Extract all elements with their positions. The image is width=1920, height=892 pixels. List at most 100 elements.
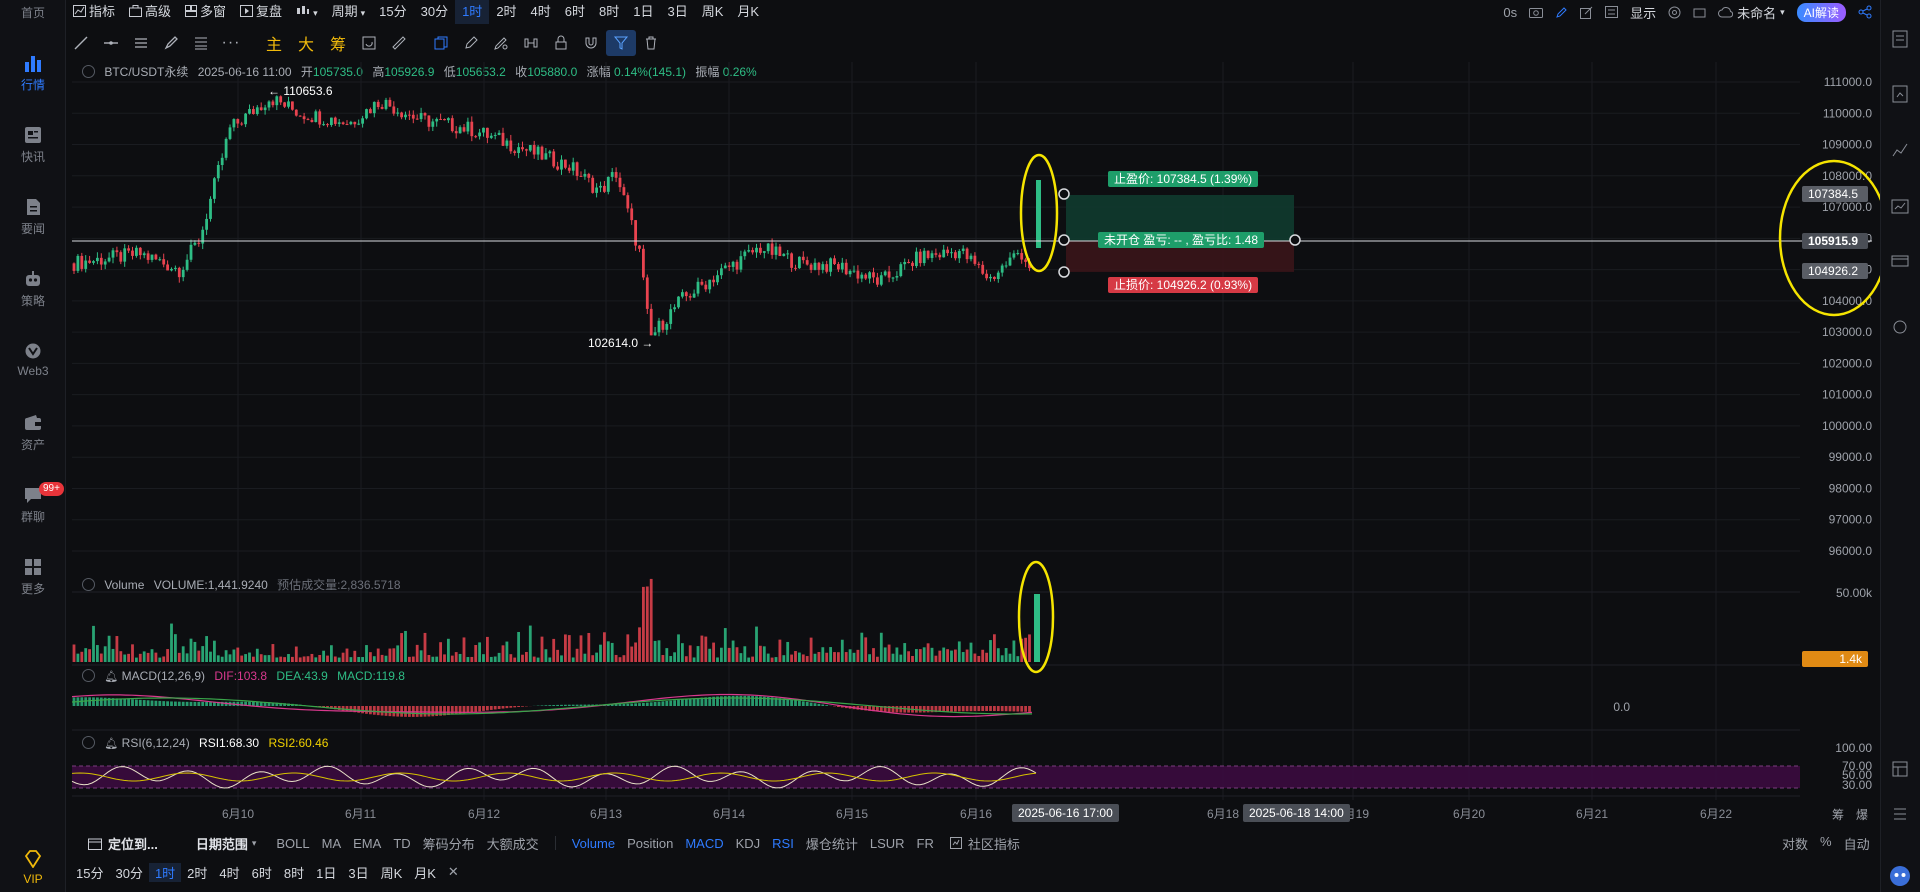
collapse-icon[interactable] bbox=[82, 736, 95, 749]
volume-bar bbox=[99, 653, 103, 662]
locate-button[interactable]: 定位到... bbox=[106, 834, 170, 853]
indicator-ma[interactable]: MA bbox=[316, 836, 348, 851]
macd-bar bbox=[996, 706, 1000, 712]
bottom-period-30m[interactable]: 30分 bbox=[109, 863, 148, 882]
volume-bar bbox=[84, 648, 88, 662]
volume-bar bbox=[458, 653, 462, 662]
macd-bar bbox=[170, 701, 173, 706]
community-indicators[interactable]: 社区指标 bbox=[962, 834, 1026, 853]
indicator-td[interactable]: TD bbox=[387, 836, 416, 851]
candle-body bbox=[575, 162, 579, 176]
price-axis-label: 98000.0 bbox=[1829, 481, 1873, 495]
chart-panel-icon[interactable] bbox=[1891, 198, 1909, 216]
log-scale-toggle[interactable]: 对数 bbox=[1782, 834, 1808, 853]
assistant-avatar-icon[interactable] bbox=[1889, 865, 1911, 887]
bottom-period-3d[interactable]: 3日 bbox=[342, 863, 374, 882]
bottom-period-1d[interactable]: 1日 bbox=[310, 863, 342, 882]
bottom-period-1h[interactable]: 1时 bbox=[148, 862, 182, 882]
candle-body bbox=[197, 242, 201, 244]
volume-bar bbox=[645, 586, 649, 662]
candle-body bbox=[443, 118, 446, 121]
macd-bar bbox=[365, 706, 368, 714]
candle-body bbox=[840, 262, 844, 270]
bottom-period-1mo[interactable]: 月K bbox=[408, 863, 442, 882]
volume-bar bbox=[911, 655, 914, 662]
volume-bar bbox=[96, 645, 99, 662]
volume-bar bbox=[649, 578, 653, 662]
x-axis-right-chips[interactable]: 筹 bbox=[1832, 806, 1844, 823]
volume-bar bbox=[915, 649, 918, 662]
candle-body bbox=[361, 118, 364, 124]
volume-bar bbox=[333, 656, 337, 662]
candle-body bbox=[930, 253, 934, 258]
volume-bar bbox=[380, 654, 384, 662]
indicator-big-trades[interactable]: 大额成交 bbox=[481, 834, 545, 853]
candle-body bbox=[895, 276, 899, 278]
crosshair-time-2: 2025-06-18 14:00 bbox=[1243, 804, 1350, 822]
list-panel-icon[interactable] bbox=[1891, 805, 1909, 823]
bottom-period-4h[interactable]: 4时 bbox=[213, 863, 245, 882]
candle-body bbox=[228, 127, 232, 139]
sub-volume[interactable]: Volume bbox=[566, 836, 621, 851]
macd-bar bbox=[197, 701, 201, 706]
orderbook-icon[interactable] bbox=[1891, 30, 1909, 48]
refresh-icon[interactable] bbox=[1891, 318, 1909, 336]
volume-bar bbox=[657, 640, 661, 662]
volume-bar bbox=[193, 641, 197, 662]
percent-scale-toggle[interactable]: % bbox=[1820, 834, 1832, 853]
candle-body bbox=[337, 122, 341, 124]
candle-body bbox=[954, 252, 957, 259]
bottom-period-1w[interactable]: 周K bbox=[375, 863, 409, 882]
bell-icon[interactable]: 🔔︎ bbox=[104, 738, 118, 750]
volume-bar bbox=[470, 656, 474, 662]
bottom-period-15m[interactable]: 15分 bbox=[70, 863, 109, 882]
sub-kdj[interactable]: KDJ bbox=[730, 836, 767, 851]
bottom-period-2h[interactable]: 2时 bbox=[181, 863, 213, 882]
card-icon[interactable] bbox=[1891, 252, 1909, 270]
candle-body bbox=[638, 245, 641, 249]
sub-macd[interactable]: MACD bbox=[679, 836, 729, 851]
collapse-icon[interactable] bbox=[82, 669, 95, 682]
layout-panel-icon[interactable] bbox=[1891, 760, 1909, 778]
candle-body bbox=[1024, 259, 1027, 262]
take-profit-label[interactable]: 止盈价: 107384.5 (1.39%) bbox=[1108, 171, 1259, 187]
indicator-boll[interactable]: BOLL bbox=[270, 836, 315, 851]
volume-bar bbox=[150, 649, 154, 662]
position-label[interactable]: 未开仓 盈亏: -- , 盈亏比: 1.48 bbox=[1098, 232, 1265, 248]
candle-body bbox=[969, 255, 973, 260]
analysis-icon[interactable] bbox=[1891, 140, 1909, 158]
macd-bar bbox=[813, 703, 817, 706]
candle-body bbox=[833, 258, 836, 265]
candle-body bbox=[123, 248, 127, 262]
macd-bar bbox=[837, 706, 840, 707]
collapse-icon[interactable] bbox=[82, 578, 95, 591]
close-icon[interactable]: ✕ bbox=[442, 864, 465, 880]
volume-bar bbox=[107, 635, 111, 662]
indicator-chips[interactable]: 筹码分布 bbox=[417, 834, 481, 853]
volume-bar bbox=[879, 632, 883, 662]
sub-rsi[interactable]: RSI bbox=[766, 836, 800, 851]
bottom-period-6h[interactable]: 6时 bbox=[246, 863, 278, 882]
stop-loss-label[interactable]: 止损价: 104926.2 (0.93%) bbox=[1108, 277, 1259, 293]
sub-position[interactable]: Position bbox=[621, 836, 679, 851]
sub-lsur[interactable]: LSUR bbox=[864, 836, 911, 851]
sub-fr[interactable]: FR bbox=[911, 836, 940, 851]
x-axis-right-liq[interactable]: 爆 bbox=[1856, 806, 1868, 823]
candle-body bbox=[626, 195, 630, 209]
indicator-ema[interactable]: EMA bbox=[347, 836, 387, 851]
price-axis-label: 109000.0 bbox=[1822, 138, 1872, 152]
date-range-dropdown[interactable]: 日期范围 bbox=[184, 834, 260, 853]
macd-bar bbox=[501, 706, 505, 709]
volume-bar bbox=[439, 642, 442, 662]
bell-icon[interactable]: 🔔︎ bbox=[104, 671, 118, 683]
bottom-period-8h[interactable]: 8时 bbox=[278, 863, 310, 882]
volume-bar bbox=[166, 649, 169, 662]
volume-bar bbox=[357, 656, 361, 662]
candle-body bbox=[174, 267, 177, 269]
chart-canvas[interactable]: 111000.0110000.0109000.0108000.0107000.0… bbox=[0, 0, 1880, 892]
macd-bar bbox=[817, 703, 821, 706]
macd-bar bbox=[630, 703, 634, 706]
sub-liquidation[interactable]: 爆仓统计 bbox=[800, 834, 864, 853]
trade-icon[interactable] bbox=[1891, 85, 1909, 103]
auto-scale-toggle[interactable]: 自动 bbox=[1844, 834, 1870, 853]
